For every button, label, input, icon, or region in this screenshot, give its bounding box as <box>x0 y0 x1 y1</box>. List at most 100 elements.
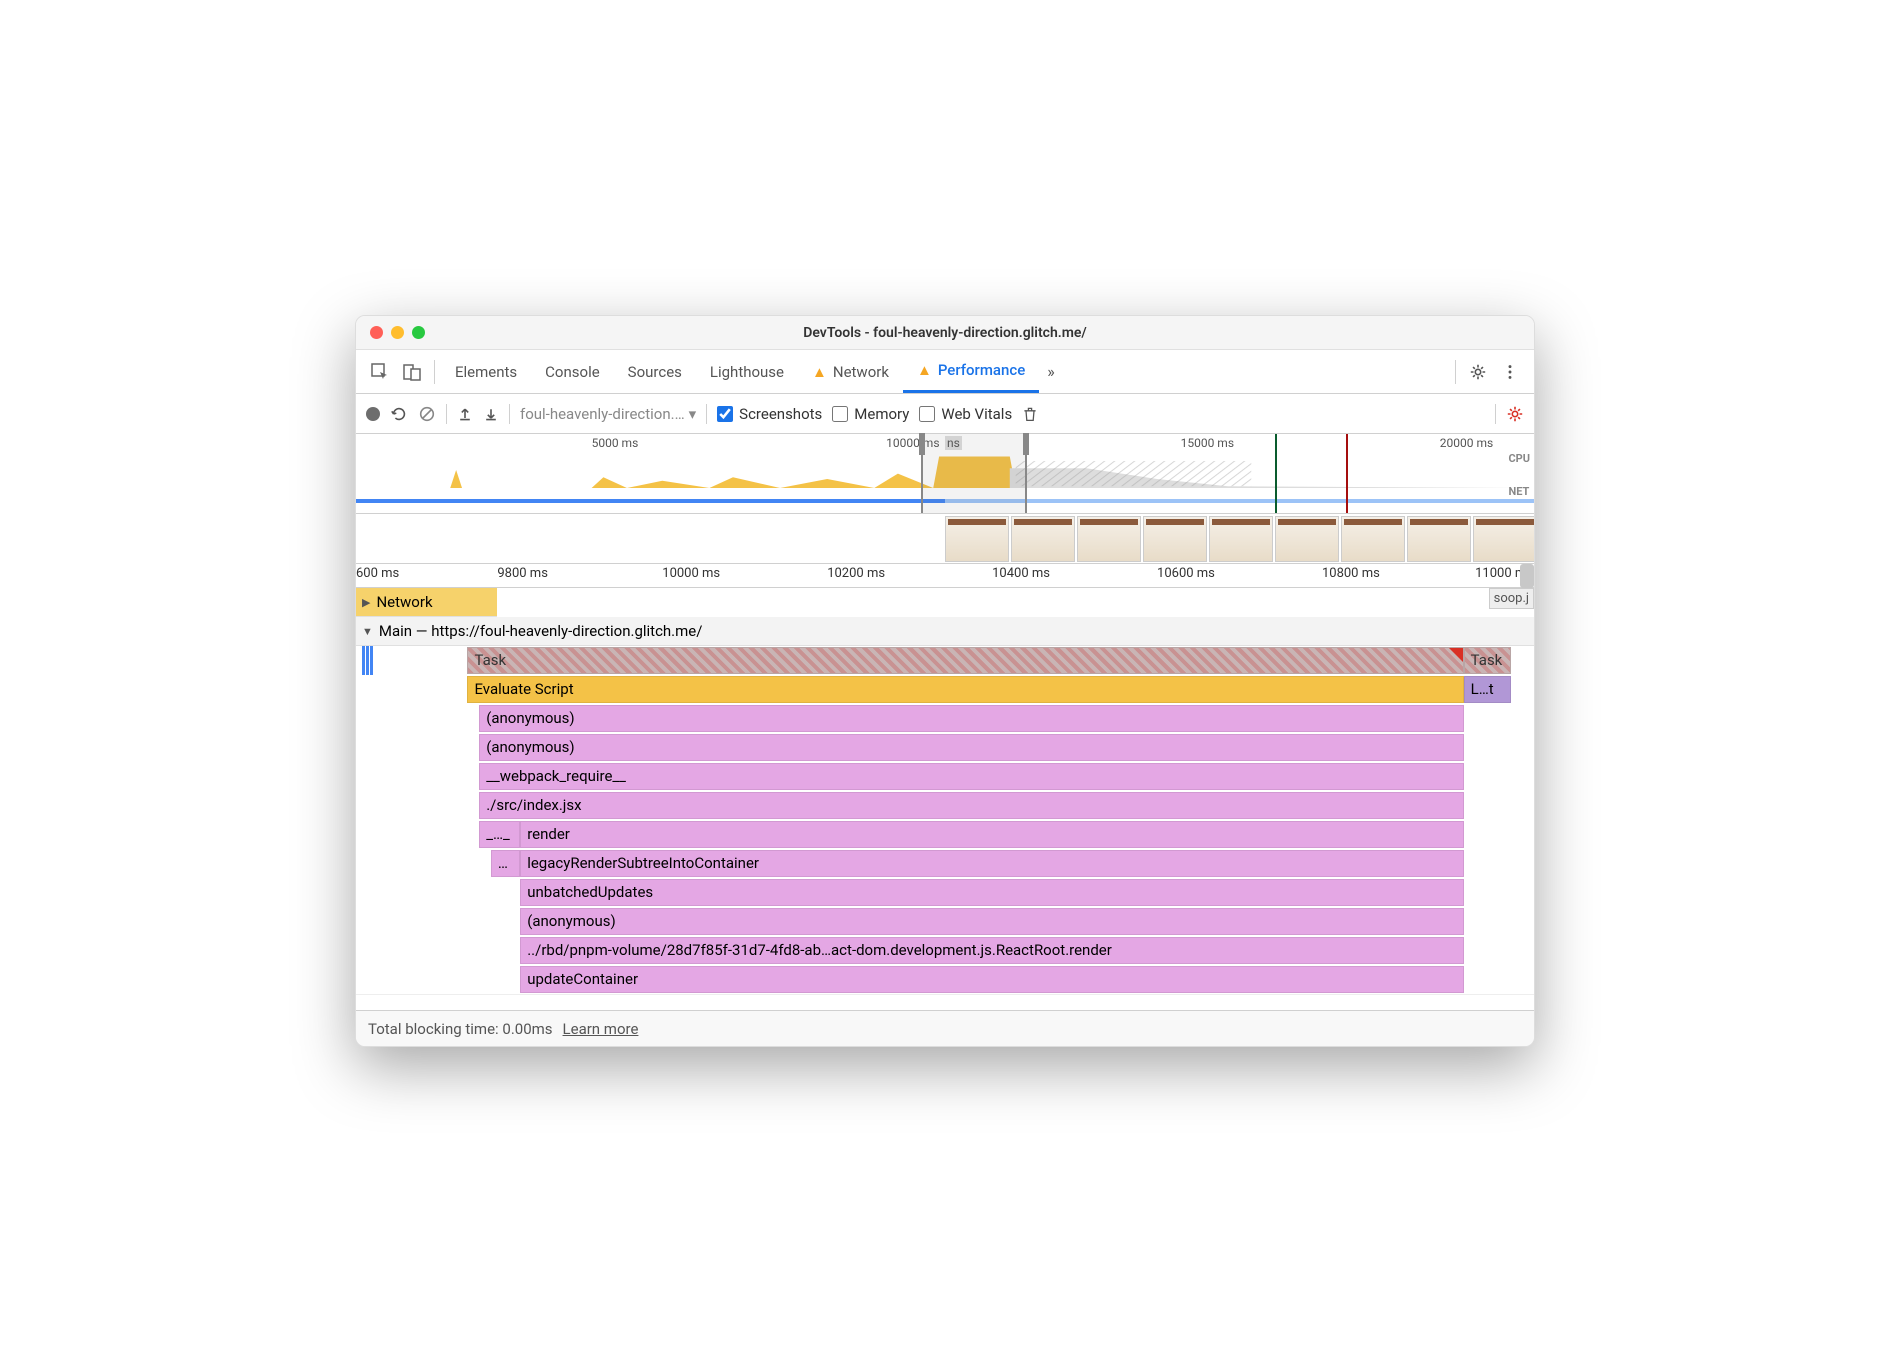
fn-bar[interactable]: render <box>520 821 1463 848</box>
collapse-icon: ▼ <box>362 625 373 638</box>
tab-network[interactable]: ▲ Network <box>798 350 903 393</box>
task-bar[interactable]: Task <box>467 647 1463 674</box>
marker-lcp <box>1346 434 1348 513</box>
layout-bar[interactable]: L…t <box>1464 676 1511 703</box>
close-window-button[interactable] <box>370 326 383 339</box>
settings-icon[interactable] <box>1462 356 1494 388</box>
detail-ruler[interactable]: 600 ms 9800 ms 10000 ms 10200 ms 10400 m… <box>356 564 1534 588</box>
tracks-panel: ▶ Network soop.j ▼ Main — https://foul-h… <box>356 588 1534 1010</box>
fn-bar[interactable]: (anonymous) <box>520 908 1463 935</box>
titlebar: DevTools - foul-heavenly-direction.glitc… <box>356 316 1534 350</box>
web-vitals-checkbox-input[interactable] <box>919 406 935 422</box>
screenshot-thumb[interactable] <box>945 516 1009 562</box>
profile-select[interactable]: foul-heavenly-direction.… ▾ <box>520 405 696 423</box>
network-track-header[interactable]: ▶ Network <box>356 588 497 617</box>
screenshot-thumb[interactable] <box>1275 516 1339 562</box>
marker-fcp <box>1275 434 1277 513</box>
fn-bar[interactable]: updateContainer <box>520 966 1463 993</box>
web-vitals-label: Web Vitals <box>941 405 1012 423</box>
record-button[interactable] <box>366 407 380 421</box>
selection-handle-left[interactable] <box>919 433 925 455</box>
overview-labels: CPU NET <box>1508 452 1530 518</box>
overview-tick: 5000 ms <box>592 436 639 450</box>
tab-console[interactable]: Console <box>531 350 614 393</box>
screenshot-thumb[interactable] <box>1077 516 1141 562</box>
screenshot-thumb[interactable] <box>1407 516 1471 562</box>
inspect-element-icon[interactable] <box>364 356 396 388</box>
tab-bar: Elements Console Sources Lighthouse ▲ Ne… <box>356 350 1534 394</box>
memory-checkbox[interactable]: Memory <box>832 405 909 423</box>
maximize-window-button[interactable] <box>412 326 425 339</box>
tab-lighthouse[interactable]: Lighthouse <box>696 350 798 393</box>
divider <box>1495 404 1496 424</box>
screenshot-thumb[interactable] <box>1341 516 1405 562</box>
kebab-menu-icon[interactable] <box>1494 356 1526 388</box>
performance-toolbar: foul-heavenly-direction.… ▾ Screenshots … <box>356 394 1534 434</box>
vertical-scrollbar[interactable] <box>1520 564 1534 588</box>
screenshots-checkbox-input[interactable] <box>717 406 733 422</box>
cpu-label: CPU <box>1508 452 1530 465</box>
ruler-tick: 10400 ms <box>992 566 1050 581</box>
thin-task[interactable] <box>362 646 365 675</box>
timeline-overview[interactable]: 5000 ms 10000 ms ns 15000 ms 20000 ms CP… <box>356 434 1534 514</box>
chevron-down-icon: ▾ <box>689 405 697 423</box>
footer-bar: Total blocking time: 0.00ms Learn more <box>356 1010 1534 1046</box>
capture-settings-icon[interactable] <box>1506 405 1524 423</box>
fn-prefix-bar[interactable]: … <box>491 850 520 877</box>
web-vitals-checkbox[interactable]: Web Vitals <box>919 405 1012 423</box>
minimize-window-button[interactable] <box>391 326 404 339</box>
ruler-tick: 10200 ms <box>827 566 885 581</box>
memory-checkbox-input[interactable] <box>832 406 848 422</box>
selection-handle-right[interactable] <box>1023 433 1029 455</box>
task-label: Task <box>474 651 506 669</box>
more-tabs-button[interactable]: » <box>1039 362 1063 381</box>
screenshot-thumb[interactable] <box>1473 516 1534 562</box>
fn-prefix-bar[interactable]: _…_ <box>479 821 520 848</box>
window-title: DevTools - foul-heavenly-direction.glitc… <box>803 325 1087 341</box>
device-toolbar-icon[interactable] <box>396 356 428 388</box>
task-bar-2[interactable]: Task <box>1464 647 1511 674</box>
network-item-soop[interactable]: soop.j <box>1489 588 1534 609</box>
tab-elements[interactable]: Elements <box>441 350 531 393</box>
divider <box>509 404 510 424</box>
screenshots-checkbox[interactable]: Screenshots <box>717 405 822 423</box>
upload-profile-button[interactable] <box>457 406 473 422</box>
expand-icon: ▶ <box>362 596 370 609</box>
download-profile-button[interactable] <box>483 406 499 422</box>
fn-bar[interactable]: ./src/index.jsx <box>479 792 1463 819</box>
reload-button[interactable] <box>390 405 408 423</box>
thin-task[interactable] <box>370 646 373 675</box>
screenshots-label: Screenshots <box>739 405 822 423</box>
main-track-label: Main — https://foul-heavenly-direction.g… <box>379 622 703 640</box>
main-track-header[interactable]: ▼ Main — https://foul-heavenly-direction… <box>356 617 1534 646</box>
fn-bar[interactable]: (anonymous) <box>479 734 1463 761</box>
net-bar-2 <box>945 499 1534 503</box>
screenshot-thumb[interactable] <box>1143 516 1207 562</box>
overview-tick: 20000 ms <box>1440 436 1493 450</box>
network-track-label: Network <box>376 593 432 611</box>
screenshots-filmstrip[interactable] <box>356 514 1534 564</box>
learn-more-link[interactable]: Learn more <box>563 1020 639 1038</box>
tab-sources[interactable]: Sources <box>614 350 696 393</box>
evaluate-script-bar[interactable]: Evaluate Script <box>467 676 1463 703</box>
flame-chart[interactable]: Task Task Evaluate Script L…t (anonymous… <box>356 646 1534 994</box>
profile-name: foul-heavenly-direction.… <box>520 405 685 423</box>
ruler-tick: 10600 ms <box>1157 566 1215 581</box>
net-label: NET <box>1508 485 1530 498</box>
fn-bar[interactable]: (anonymous) <box>479 705 1463 732</box>
tab-performance[interactable]: ▲ Performance <box>903 350 1039 393</box>
tab-network-label: Network <box>833 363 889 381</box>
divider <box>434 360 435 384</box>
screenshot-thumb[interactable] <box>1011 516 1075 562</box>
overview-selection[interactable] <box>921 434 1027 513</box>
fn-bar[interactable]: ../rbd/pnpm-volume/28d7f85f-31d7-4fd8-ab… <box>520 937 1463 964</box>
thin-task[interactable] <box>366 646 369 675</box>
blocking-time-text: Total blocking time: 0.00ms <box>368 1020 553 1038</box>
fn-bar[interactable]: __webpack_require__ <box>479 763 1463 790</box>
fn-bar[interactable]: unbatchedUpdates <box>520 879 1463 906</box>
ruler-tick: 600 ms <box>356 566 399 581</box>
garbage-collect-button[interactable] <box>1022 405 1038 423</box>
clear-button[interactable] <box>418 405 436 423</box>
fn-bar[interactable]: legacyRenderSubtreeIntoContainer <box>520 850 1463 877</box>
screenshot-thumb[interactable] <box>1209 516 1273 562</box>
